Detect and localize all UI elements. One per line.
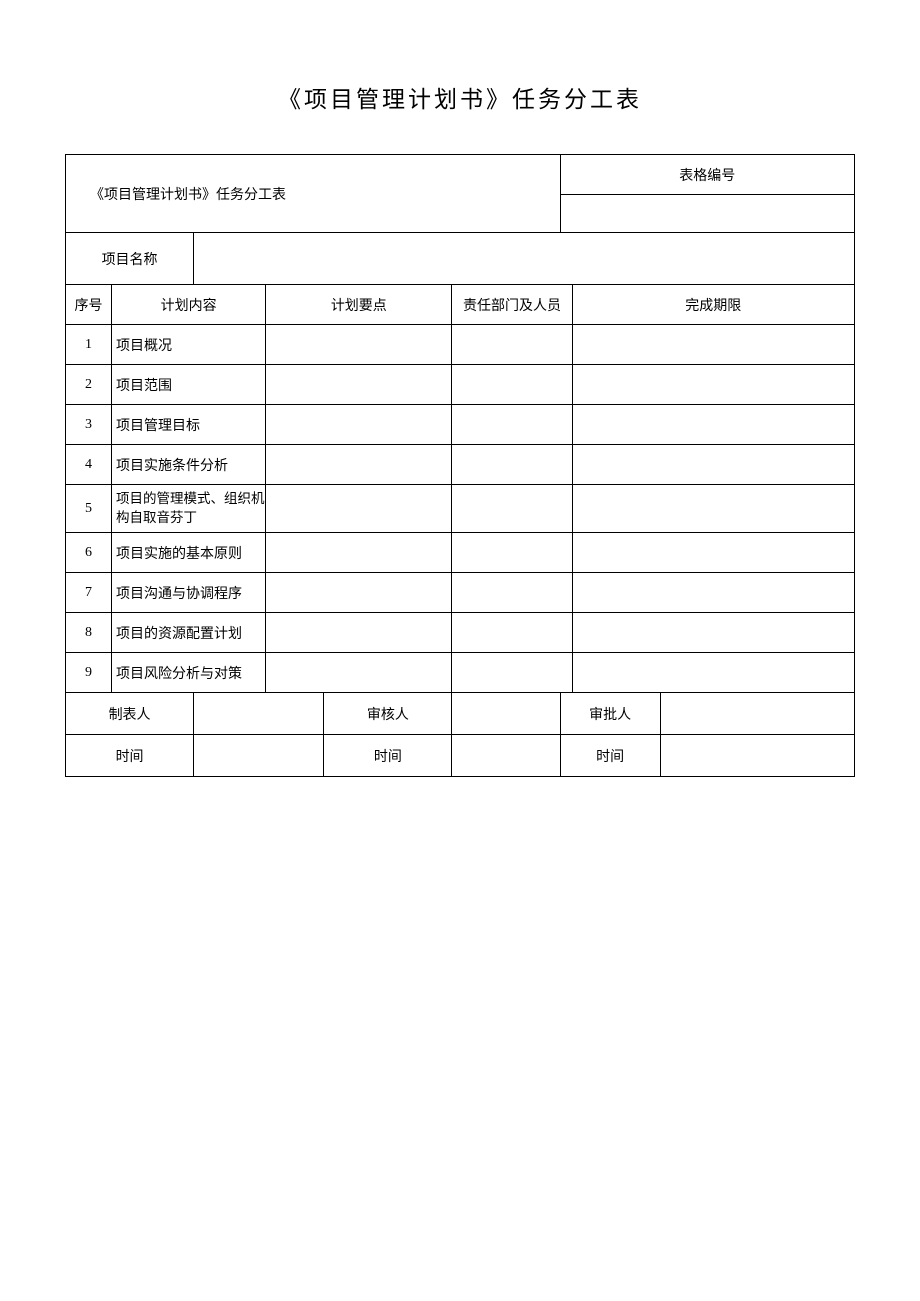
seq-cell: 4 — [66, 445, 112, 485]
responsible-cell — [452, 405, 572, 445]
deadline-cell — [572, 445, 854, 485]
header-seq: 序号 — [66, 285, 112, 325]
content-cell: 项目实施条件分析 — [112, 445, 266, 485]
deadline-cell — [572, 613, 854, 653]
approver-time-label: 时间 — [560, 735, 660, 777]
content-cell: 项目沟通与协调程序 — [112, 573, 266, 613]
points-cell — [266, 485, 452, 533]
content-cell: 项目实施的基本原则 — [112, 533, 266, 573]
points-cell — [266, 613, 452, 653]
content-cell: 项目的资源配置计划 — [112, 613, 266, 653]
seq-cell: 8 — [66, 613, 112, 653]
page-title: 《项目管理计划书》任务分工表 — [65, 80, 855, 114]
deadline-cell — [572, 405, 854, 445]
seq-cell: 1 — [66, 325, 112, 365]
responsible-cell — [452, 445, 572, 485]
content-cell: 项目的管理模式、组织机构自取音芬丁 — [112, 485, 266, 533]
time-row: 时间 时间 时间 — [66, 735, 855, 777]
table-row: 9 项目风险分析与对策 — [66, 653, 855, 693]
table-row: 2 项目范围 — [66, 365, 855, 405]
deadline-cell — [572, 325, 854, 365]
seq-cell: 6 — [66, 533, 112, 573]
preparer-time-value — [194, 735, 324, 777]
table-row: 6 项目实施的基本原则 — [66, 533, 855, 573]
table-row: 1 项目概况 — [66, 325, 855, 365]
content-cell: 项目风险分析与对策 — [112, 653, 266, 693]
header-plan-points: 计划要点 — [266, 285, 452, 325]
deadline-cell — [572, 653, 854, 693]
task-assignment-table: 《项目管理计划书》任务分工表 表格编号 项目名称 序号 计划内容 计划要点 责任… — [65, 154, 855, 777]
responsible-cell — [452, 533, 572, 573]
project-name-value — [194, 233, 855, 285]
form-number-value — [560, 195, 854, 233]
seq-cell: 5 — [66, 485, 112, 533]
points-cell — [266, 653, 452, 693]
responsible-cell — [452, 653, 572, 693]
responsible-cell — [452, 485, 572, 533]
signature-row: 制表人 审核人 审批人 — [66, 693, 855, 735]
preparer-value — [194, 693, 324, 735]
table-row: 8 项目的资源配置计划 — [66, 613, 855, 653]
deadline-cell — [572, 485, 854, 533]
table-row: 5 项目的管理模式、组织机构自取音芬丁 — [66, 485, 855, 533]
deadline-cell — [572, 533, 854, 573]
approver-value — [660, 693, 854, 735]
deadline-cell — [572, 365, 854, 405]
responsible-cell — [452, 325, 572, 365]
reviewer-label: 审核人 — [324, 693, 452, 735]
header-plan-content: 计划内容 — [112, 285, 266, 325]
points-cell — [266, 405, 452, 445]
project-name-label: 项目名称 — [66, 233, 194, 285]
table-row: 7 项目沟通与协调程序 — [66, 573, 855, 613]
table-row: 4 项目实施条件分析 — [66, 445, 855, 485]
content-cell: 项目范围 — [112, 365, 266, 405]
content-cell: 项目概况 — [112, 325, 266, 365]
header-deadline: 完成期限 — [572, 285, 854, 325]
subtitle-cell: 《项目管理计划书》任务分工表 — [66, 155, 561, 233]
reviewer-value — [452, 693, 560, 735]
responsible-cell — [452, 613, 572, 653]
approver-time-value — [660, 735, 854, 777]
seq-cell: 2 — [66, 365, 112, 405]
table-row: 3 项目管理目标 — [66, 405, 855, 445]
preparer-time-label: 时间 — [66, 735, 194, 777]
header-responsible: 责任部门及人员 — [452, 285, 572, 325]
preparer-label: 制表人 — [66, 693, 194, 735]
seq-cell: 7 — [66, 573, 112, 613]
points-cell — [266, 573, 452, 613]
form-number-label: 表格编号 — [560, 155, 854, 195]
points-cell — [266, 445, 452, 485]
responsible-cell — [452, 573, 572, 613]
reviewer-time-label: 时间 — [324, 735, 452, 777]
points-cell — [266, 533, 452, 573]
content-cell: 项目管理目标 — [112, 405, 266, 445]
points-cell — [266, 365, 452, 405]
reviewer-time-value — [452, 735, 560, 777]
points-cell — [266, 325, 452, 365]
responsible-cell — [452, 365, 572, 405]
deadline-cell — [572, 573, 854, 613]
seq-cell: 3 — [66, 405, 112, 445]
approver-label: 审批人 — [560, 693, 660, 735]
seq-cell: 9 — [66, 653, 112, 693]
